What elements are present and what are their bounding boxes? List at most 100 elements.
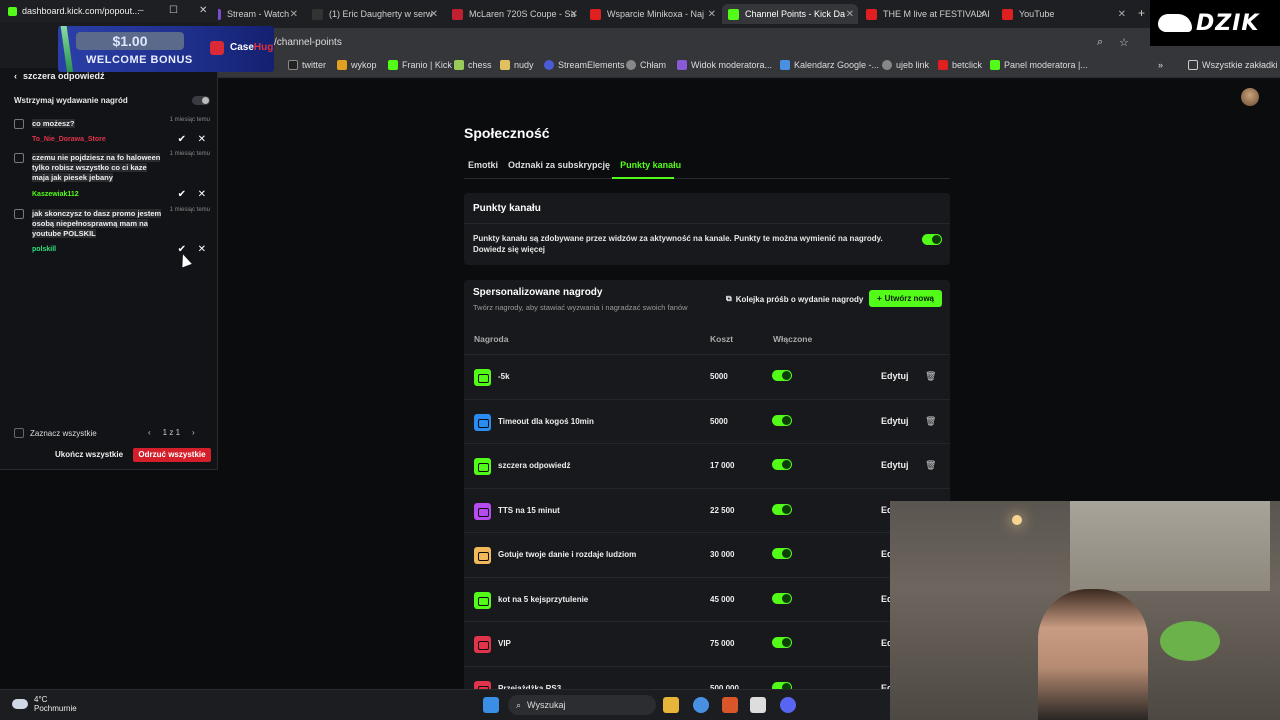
globe-icon — [626, 60, 636, 70]
new-tab-icon[interactable]: + — [1138, 6, 1145, 20]
redemption-request: jak skonczysz to dasz promo jestem osobą… — [14, 207, 210, 255]
reward-icon — [474, 369, 491, 386]
close-icon[interactable]: ✕ — [199, 5, 207, 16]
tab-emotes[interactable]: Emotki — [468, 160, 498, 170]
tab-close-icon[interactable]: ✕ — [430, 9, 438, 20]
bookmark-item[interactable]: Chłam — [626, 60, 666, 70]
reward-enabled-toggle[interactable] — [772, 459, 792, 470]
weather-widget[interactable]: 4°C Pochmurnie — [12, 695, 77, 713]
boar-icon — [1158, 14, 1192, 32]
reward-cost: 45 000 — [710, 594, 735, 604]
maximize-icon[interactable]: ☐ — [169, 5, 178, 16]
browser-tab[interactable]: (1) Eric Daugherty w serw ✕ — [306, 4, 442, 24]
chrome-icon[interactable] — [693, 697, 709, 713]
tab-close-icon[interactable]: ✕ — [1118, 9, 1126, 20]
edit-reward-button[interactable]: Edytuj — [881, 371, 909, 381]
request-user[interactable]: To_Nie_Dorawa_Store — [32, 136, 106, 143]
tab-close-icon[interactable]: ✕ — [978, 9, 986, 20]
redemption-request: co możesz? 1 miesiąc temu To_Nie_Dorawa_… — [14, 117, 210, 149]
reward-name: szczera odpowiedź — [498, 461, 571, 470]
bookmarks-overflow-icon[interactable]: » — [1158, 60, 1163, 70]
windows-start-icon[interactable] — [483, 697, 499, 713]
request-checkbox[interactable] — [14, 209, 24, 219]
browser-tab[interactable]: Wsparcie Minikoxa - Naj ✕ — [584, 4, 720, 24]
url-text[interactable]: /channel-points — [274, 37, 342, 48]
bookmark-item[interactable]: twitter — [288, 60, 326, 70]
prev-page-icon[interactable]: ‹ — [148, 428, 151, 437]
tab-close-icon[interactable]: ✕ — [708, 9, 716, 20]
zoom-icon[interactable]: ⌕ — [1097, 36, 1103, 49]
bookmark-item[interactable]: chess — [454, 60, 492, 70]
channel-points-toggle[interactable] — [922, 234, 942, 245]
user-avatar[interactable] — [1241, 88, 1259, 106]
back-to-rewards[interactable]: ‹ szczera odpowiedź — [14, 71, 105, 81]
trash-icon[interactable]: 🗑 — [925, 416, 936, 427]
request-checkbox[interactable] — [14, 153, 24, 163]
approve-icon[interactable]: ✔ — [178, 189, 186, 200]
reward-enabled-toggle[interactable] — [772, 414, 792, 426]
ad-banner[interactable]: $1.00 WELCOME BONUS CaseHug — [58, 26, 274, 72]
bookmark-star-icon[interactable]: ☆ — [1119, 36, 1129, 49]
browser-tab[interactable]: Stream - Watch ✕ — [204, 4, 302, 24]
finish-all-button[interactable]: Ukończ wszystkie — [50, 448, 128, 462]
reward-enabled-toggle[interactable] — [772, 548, 792, 559]
taskbar-search[interactable]: ⌕ Wyszukaj — [508, 695, 656, 715]
all-bookmarks[interactable]: Wszystkie zakładki — [1188, 60, 1278, 70]
request-user[interactable]: polskill — [32, 246, 56, 253]
trash-icon[interactable]: 🗑 — [925, 460, 936, 471]
reward-enabled-toggle[interactable] — [772, 503, 792, 515]
reward-cost: 17 000 — [710, 461, 735, 470]
approve-icon[interactable]: ✔ — [178, 134, 186, 145]
webcam-person — [1038, 589, 1148, 720]
create-reward-button[interactable]: + Utwórz nową — [869, 290, 942, 307]
bookmark-item[interactable]: wykop — [337, 60, 377, 70]
request-user[interactable]: Kaszewiak112 — [32, 191, 79, 198]
col-reward: Nagroda — [474, 334, 509, 344]
popout-titlebar: dashboard.kick.com/popout... — [0, 0, 218, 22]
browser-tab[interactable]: THE M live at FESTIVALAI ✕ — [860, 4, 990, 24]
browser-tab-active[interactable]: Channel Points - Kick Da ✕ — [722, 4, 858, 24]
bookmark-item[interactable]: ujeb link — [882, 60, 929, 70]
bookmark-item[interactable]: nudy — [500, 60, 534, 70]
app-icon[interactable] — [722, 697, 738, 713]
reward-enabled-toggle[interactable] — [772, 592, 792, 604]
app-icon[interactable] — [750, 697, 766, 713]
file-explorer-icon[interactable] — [663, 697, 679, 713]
request-checkbox[interactable] — [14, 119, 24, 129]
tab-close-icon[interactable]: ✕ — [846, 9, 854, 20]
reject-icon[interactable]: ✕ — [198, 134, 206, 145]
bookmark-item[interactable]: Kalendarz Google -... — [780, 60, 879, 70]
reject-icon[interactable]: ✕ — [198, 244, 206, 255]
redemption-queue-button[interactable]: ⧉ Kolejka próśb o wydanie nagrody — [726, 294, 863, 304]
edit-reward-button[interactable]: Edytuj — [881, 460, 909, 470]
bookmark-item[interactable]: StreamElements — [544, 60, 625, 70]
next-page-icon[interactable]: › — [192, 428, 195, 437]
reward-enabled-toggle[interactable] — [772, 370, 792, 381]
pause-redemptions-toggle[interactable] — [192, 96, 210, 105]
x-logo-icon — [288, 60, 298, 70]
reward-enabled-toggle[interactable] — [772, 637, 792, 648]
tab-close-icon[interactable]: ✕ — [290, 9, 298, 20]
reward-icon — [474, 502, 491, 520]
request-time: 1 miesiąc temu — [169, 151, 210, 157]
reject-all-button[interactable]: Odrzuć wszystkie — [133, 448, 211, 462]
browser-tab[interactable]: McLaren 720S Coupe - Sa ✕ — [446, 4, 582, 24]
kick-icon — [990, 60, 1000, 70]
bookmark-item[interactable]: Panel moderatora |... — [990, 60, 1088, 70]
browser-tab[interactable]: YouTube ✕ — [996, 4, 1130, 24]
folder-icon — [1188, 60, 1198, 70]
minimize-icon[interactable]: – — [138, 5, 144, 16]
tab-channel-points[interactable]: Punkty kanału — [620, 160, 681, 170]
tab-sub-badges[interactable]: Odznaki za subskrypcję — [508, 160, 610, 170]
discord-icon[interactable] — [780, 697, 796, 713]
tab-close-icon[interactable]: ✕ — [570, 9, 578, 20]
reject-icon[interactable]: ✕ — [198, 189, 206, 200]
sword-graphic — [60, 26, 74, 72]
bookmark-item[interactable]: betclick — [938, 60, 982, 70]
bookmark-item[interactable]: Franio | Kick — [388, 60, 452, 70]
trash-icon[interactable]: 🗑 — [925, 371, 936, 382]
request-message: jak skonczysz to dasz promo jestem osobą… — [32, 209, 162, 238]
edit-reward-button[interactable]: Edytuj — [881, 416, 909, 426]
bookmark-item[interactable]: Widok moderatora... — [677, 60, 772, 70]
select-all-checkbox[interactable] — [14, 428, 24, 438]
